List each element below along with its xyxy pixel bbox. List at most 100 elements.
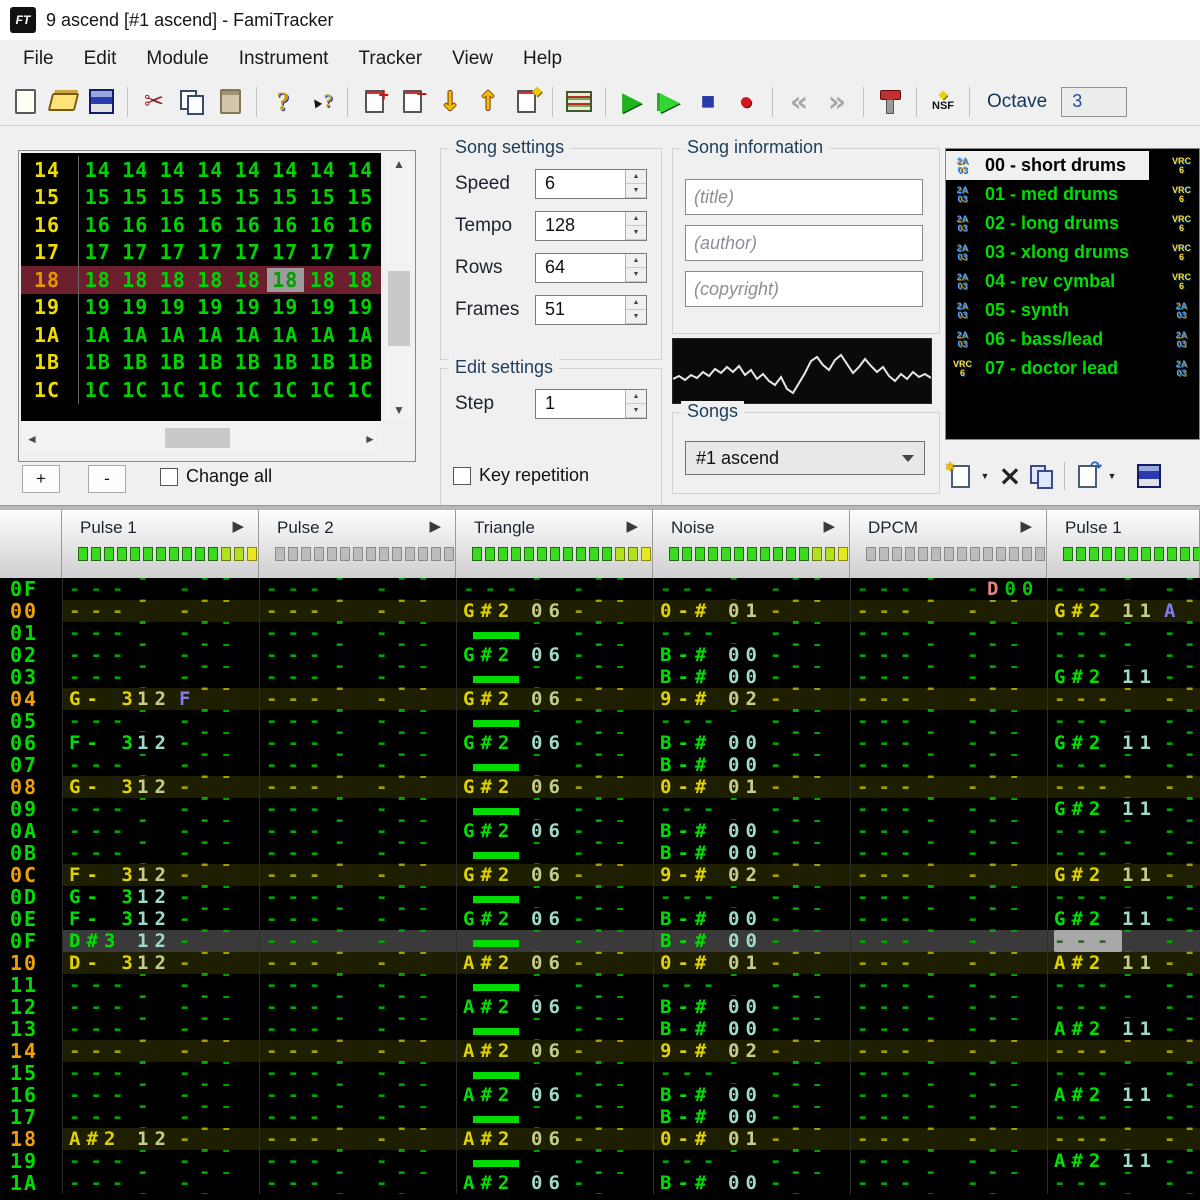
pattern-cell[interactable]: ---------	[259, 622, 456, 644]
frame-cell[interactable]: 19	[79, 295, 117, 319]
frame-cell[interactable]: 16	[79, 213, 117, 237]
save-instrument-button[interactable]	[1134, 460, 1164, 492]
pattern-cell[interactable]: ---------	[653, 886, 850, 908]
pattern-cell[interactable]: ---------	[850, 1172, 1047, 1194]
pattern-cell[interactable]: A#2 06- ---	[456, 1084, 653, 1106]
frame-cell[interactable]: 1B	[267, 350, 305, 374]
pattern-cell[interactable]: B-# 00- ---	[653, 996, 850, 1018]
frame-cell[interactable]: 19	[192, 295, 230, 319]
frame-duplicate-button[interactable]	[508, 83, 544, 120]
pattern-cell[interactable]: ---------	[259, 1062, 456, 1084]
pattern-cell[interactable]: ---------	[1047, 578, 1200, 600]
frame-cell[interactable]: 1A	[79, 323, 117, 347]
frame-cell[interactable]: 16	[267, 213, 305, 237]
context-help-button[interactable]	[303, 84, 339, 120]
pattern-cell[interactable]: ---------	[653, 1150, 850, 1172]
pattern-cell[interactable]: ---------	[850, 1106, 1047, 1128]
step-input[interactable]: 1 ▲ ▼	[535, 389, 647, 419]
frame-cell[interactable]: 18	[304, 268, 342, 292]
pattern-cell[interactable]: ---------	[259, 1018, 456, 1040]
pattern-cell[interactable]: ---------	[62, 996, 259, 1018]
pattern-cell[interactable]: B-# 00- ---	[653, 754, 850, 776]
pattern-cell[interactable]: D- 3 12- ---	[62, 952, 259, 974]
pattern-cell[interactable]: G- 3 12- ---	[62, 886, 259, 908]
frame-cell[interactable]: 14	[304, 158, 342, 182]
frame-cell[interactable]: 14	[229, 158, 267, 182]
new-instrument-button[interactable]	[945, 460, 975, 492]
pattern-cell[interactable]: ---------	[62, 798, 259, 820]
pattern-cell[interactable]: ---------	[850, 1062, 1047, 1084]
octave-value[interactable]: 3	[1061, 86, 1128, 117]
pattern-cell[interactable]: ---------	[259, 1106, 456, 1128]
pattern-cell[interactable]: ---------	[1047, 688, 1200, 710]
cut-button[interactable]	[136, 84, 172, 120]
channel-header-2[interactable]: Triangle ▶	[456, 510, 653, 578]
pattern-cell[interactable]: G#211----	[1047, 666, 1200, 688]
frame-cell[interactable]: 18	[154, 268, 192, 292]
instrument-item-overflow[interactable]: VRC 6	[1168, 151, 1195, 180]
pattern-cell[interactable]: B-# 00- ---	[653, 1018, 850, 1040]
frame-cell[interactable]: 1A	[229, 323, 267, 347]
pattern-cell[interactable]: ---------	[653, 622, 850, 644]
frame-cell[interactable]: 1C	[342, 378, 380, 402]
pattern-cell[interactable]: 0-# 01- ---	[653, 952, 850, 974]
pattern-cell[interactable]: G#211----	[1047, 798, 1200, 820]
pattern-cell[interactable]: G#2 06- ---	[456, 820, 653, 842]
pattern-cell[interactable]: ---------	[259, 644, 456, 666]
scrollbar-thumb[interactable]	[165, 428, 230, 448]
pattern-cell[interactable]: 9-# 02- ---	[653, 1040, 850, 1062]
song-select[interactable]: #1 ascend	[685, 441, 925, 475]
frame-cell[interactable]: 18	[192, 268, 230, 292]
nsf-export-button[interactable]: NSF	[925, 84, 961, 120]
frame-cell[interactable]: 1C	[229, 378, 267, 402]
frame-cell[interactable]: 19	[154, 295, 192, 319]
frame-cell[interactable]: 1A	[342, 323, 380, 347]
frame-cell[interactable]: 15	[117, 185, 155, 209]
scroll-right-icon[interactable]: ►	[363, 432, 377, 446]
frame-cell[interactable]: 18	[79, 268, 117, 292]
pattern-cell[interactable]: ---------	[259, 842, 456, 864]
frame-cell[interactable]: 19	[304, 295, 342, 319]
frame-cell[interactable]: 19	[117, 295, 155, 319]
frame-cell[interactable]: 1C	[79, 378, 117, 402]
frame-cell[interactable]: 17	[192, 240, 230, 264]
pattern-cell[interactable]: ---------	[850, 710, 1047, 732]
instrument-item-02[interactable]: 2A 03 02 - long drums	[946, 209, 1149, 238]
pattern-cell[interactable]: ---------	[850, 732, 1047, 754]
instrument-item-01[interactable]: 2A 03 01 - med drums	[946, 180, 1149, 209]
pattern-cell[interactable]: -- - ---	[456, 798, 653, 820]
pattern-cell[interactable]: ---------	[850, 798, 1047, 820]
pattern-cell[interactable]: ---------	[259, 776, 456, 798]
pattern-cell[interactable]: ---------	[259, 798, 456, 820]
pattern-cell[interactable]: ---------	[850, 1150, 1047, 1172]
pattern-cell[interactable]: --- -- - D00	[850, 578, 1047, 600]
frame-cell[interactable]: 15	[79, 185, 117, 209]
pattern-cell[interactable]: ---------	[653, 974, 850, 996]
pattern-cell[interactable]: ---------	[62, 1018, 259, 1040]
pattern-cell[interactable]: ---------	[850, 622, 1047, 644]
pattern-cell[interactable]: ---------	[259, 688, 456, 710]
pattern-cell[interactable]: ---------	[653, 710, 850, 732]
pattern-cell[interactable]: 9-# 02- ---	[653, 864, 850, 886]
pattern-cell[interactable]: ---------	[62, 1150, 259, 1172]
frame-cell[interactable]: 17	[79, 240, 117, 264]
pattern-cell[interactable]: ---------	[62, 1062, 259, 1084]
channel-header-5[interactable]: Pulse 1	[1047, 510, 1200, 578]
pattern-cell[interactable]: ---------	[1047, 1128, 1200, 1150]
key-repetition-checkbox[interactable]	[453, 466, 471, 485]
frame-cell[interactable]: 1C	[154, 378, 192, 402]
pattern-cell[interactable]: ---------	[653, 1062, 850, 1084]
pattern-cell[interactable]: -- - ---	[456, 842, 653, 864]
pattern-cell[interactable]: A#2 06- ---	[456, 1172, 653, 1194]
pattern-cell[interactable]: ---------	[850, 952, 1047, 974]
menu-help[interactable]: Help	[508, 44, 577, 74]
spin-down-icon[interactable]: ▼	[626, 268, 646, 282]
frames-input[interactable]: 51 ▲ ▼	[535, 295, 647, 325]
frame-cell[interactable]: 16	[342, 213, 380, 237]
pattern-cell[interactable]: ---------	[850, 1018, 1047, 1040]
frame-cell[interactable]: 16	[154, 213, 192, 237]
pattern-cell[interactable]: ---------	[259, 578, 456, 600]
frame-cell[interactable]: 15	[304, 185, 342, 209]
frame-cell[interactable]: 1A	[192, 323, 230, 347]
pattern-cell[interactable]: ---------	[259, 996, 456, 1018]
